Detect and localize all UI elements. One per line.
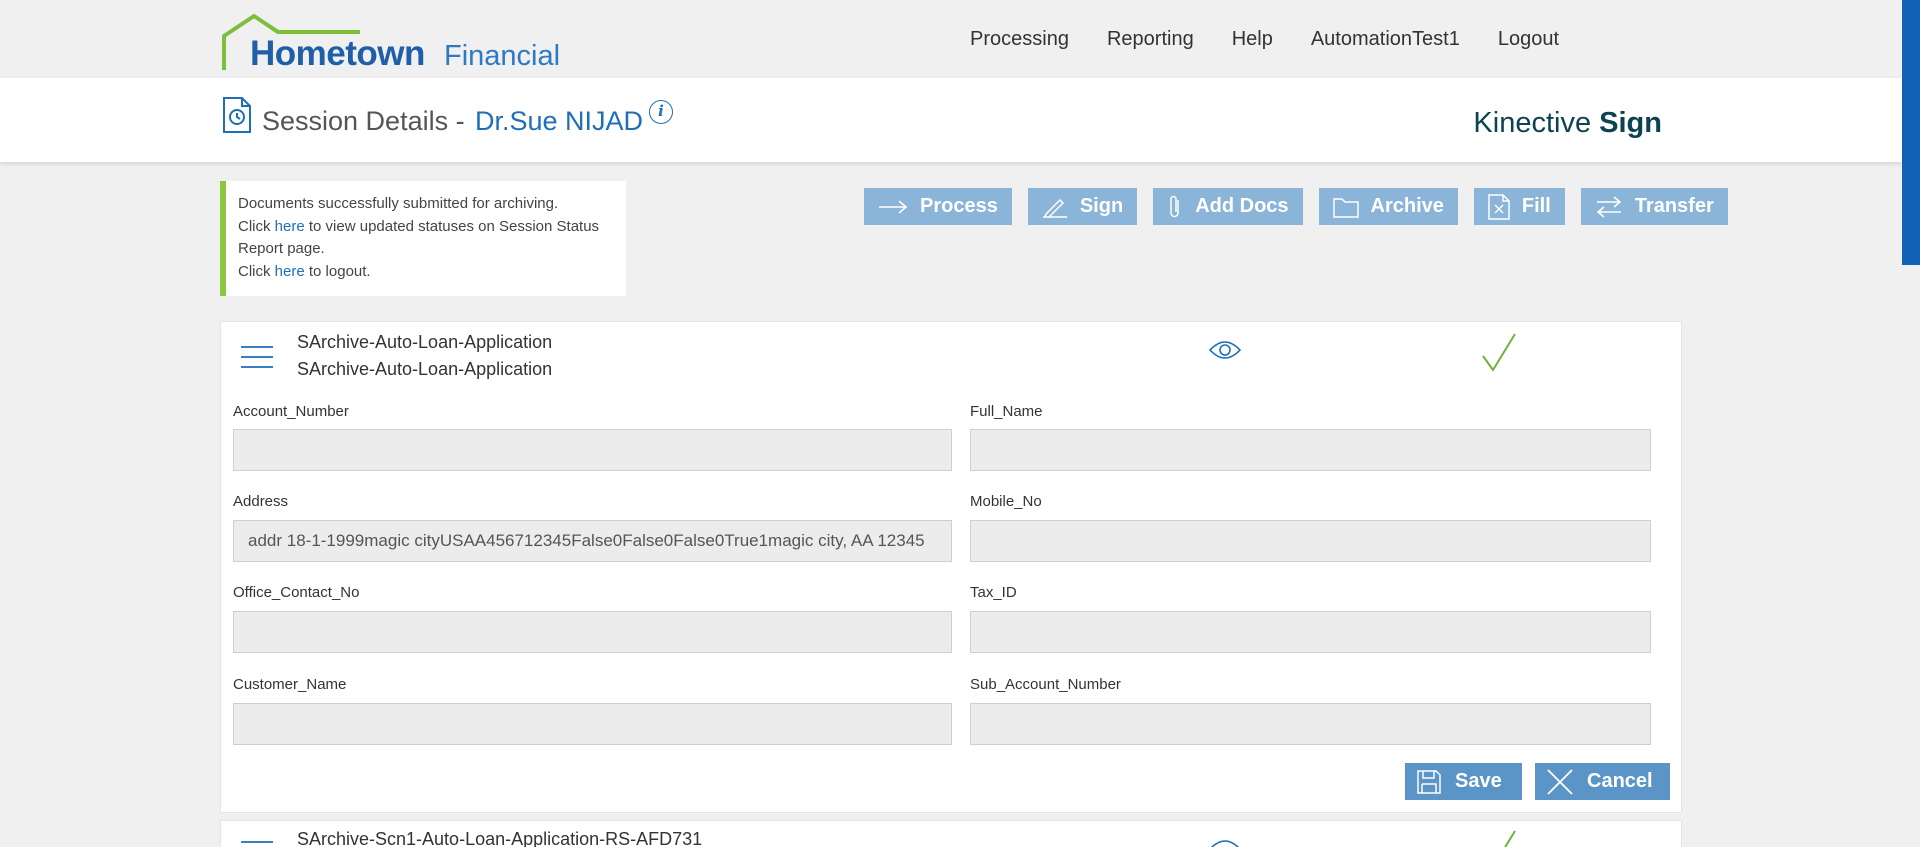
cancel-label: Cancel bbox=[1587, 770, 1653, 792]
add-docs-button[interactable]: Add Docs bbox=[1153, 188, 1303, 225]
office-contact-no-input[interactable] bbox=[233, 611, 952, 653]
field-label-sub-account-number: Sub_Account_Number bbox=[970, 676, 1121, 693]
floppy-disk-icon bbox=[1417, 769, 1441, 794]
session-history-icon bbox=[223, 97, 251, 133]
alert-line-1: Documents successfully submitted for arc… bbox=[238, 195, 559, 212]
customer-name-input[interactable] bbox=[233, 703, 952, 745]
process-button[interactable]: Process bbox=[864, 188, 1012, 225]
save-label: Save bbox=[1455, 770, 1502, 792]
paperclip-icon bbox=[1170, 195, 1179, 217]
document-card: SArchive-Auto-Loan-Application SArchive-… bbox=[220, 321, 1682, 813]
document-subtitle: SArchive-Auto-Loan-Application bbox=[297, 359, 553, 379]
status-report-link[interactable]: here bbox=[275, 218, 305, 235]
action-toolbar: Process Sign Add Docs Archive Fill Trans… bbox=[864, 188, 1728, 225]
alert-click-text: Click bbox=[238, 217, 271, 235]
page-title: Session Details - bbox=[262, 106, 465, 136]
alert-click-text-2: Click bbox=[238, 262, 271, 280]
mobile-no-input[interactable] bbox=[970, 520, 1651, 562]
folder-icon bbox=[1332, 197, 1359, 218]
process-label: Process bbox=[920, 195, 998, 217]
pen-icon bbox=[1042, 198, 1067, 218]
eye-icon-2[interactable] bbox=[1209, 839, 1241, 847]
tax-id-input[interactable] bbox=[970, 611, 1651, 653]
sign-label: Sign bbox=[1079, 195, 1124, 217]
fill-button[interactable]: Fill bbox=[1473, 188, 1565, 225]
close-icon bbox=[1547, 768, 1573, 795]
save-button[interactable]: Save bbox=[1405, 763, 1522, 800]
full-name-input[interactable] bbox=[970, 429, 1651, 471]
logout-link[interactable]: here bbox=[275, 263, 305, 280]
archive-button[interactable]: Archive bbox=[1318, 188, 1458, 225]
alert-line-2: Click here to view updated statuses on S… bbox=[238, 216, 614, 261]
eye-icon[interactable] bbox=[1209, 340, 1241, 360]
brand-name-suffix: Financial bbox=[444, 40, 561, 72]
scrollbar-thumb[interactable] bbox=[1902, 0, 1920, 265]
field-label-office-contact-no: Office_Contact_No bbox=[233, 584, 360, 601]
sign-button[interactable]: Sign bbox=[1027, 188, 1138, 225]
info-icon[interactable]: i bbox=[649, 100, 673, 124]
nav-logout[interactable]: Logout bbox=[1498, 28, 1559, 51]
alert-line-3: Click here to logout. bbox=[238, 261, 614, 284]
field-label-account-number: Account_Number bbox=[233, 403, 349, 420]
field-label-address: Address bbox=[233, 493, 289, 510]
checkmark-icon bbox=[1482, 333, 1516, 372]
fill-label: Fill bbox=[1521, 195, 1551, 217]
nav-user[interactable]: AutomationTest1 bbox=[1311, 28, 1460, 51]
product-logo: Kinective Sign bbox=[1473, 107, 1662, 140]
alert-line-3-text: to logout. bbox=[308, 262, 371, 280]
success-alert: Documents successfully submitted for arc… bbox=[220, 181, 626, 296]
field-label-customer-name: Customer_Name bbox=[233, 676, 347, 693]
session-customer-name: Dr.Sue NIJAD bbox=[475, 106, 644, 136]
nav-help[interactable]: Help bbox=[1232, 28, 1273, 51]
brand-name: Hometown bbox=[250, 34, 425, 73]
cancel-button[interactable]: Cancel bbox=[1535, 763, 1670, 800]
sub-account-number-input[interactable] bbox=[970, 703, 1651, 745]
field-label-mobile-no: Mobile_No bbox=[970, 493, 1042, 510]
field-label-full-name: Full_Name bbox=[970, 403, 1043, 420]
address-input[interactable]: addr 18-1-1999magic cityUSAA456712345Fal… bbox=[233, 520, 952, 562]
document-card-2: SArchive-Scn1-Auto-Loan-Application-RS-A… bbox=[220, 820, 1682, 847]
hamburger-menu-icon-2[interactable] bbox=[241, 841, 273, 847]
hometown-financial-logo[interactable]: Hometown Financial bbox=[220, 14, 561, 73]
field-label-tax-id: Tax_ID bbox=[970, 584, 1017, 601]
top-bar: Hometown Financial Processing Reporting … bbox=[0, 0, 1920, 78]
checkmark-icon-2 bbox=[1504, 830, 1516, 847]
transfer-arrows-icon bbox=[1596, 195, 1622, 218]
archive-label: Archive bbox=[1370, 195, 1444, 217]
nav-processing[interactable]: Processing bbox=[970, 28, 1069, 51]
account-number-input[interactable] bbox=[233, 429, 952, 471]
arrow-right-icon bbox=[879, 199, 908, 214]
main-nav: Processing Reporting Help AutomationTest… bbox=[970, 28, 1559, 51]
document-title-2: SArchive-Scn1-Auto-Loan-Application-RS-A… bbox=[297, 829, 703, 847]
product-suffix: Sign bbox=[1599, 107, 1662, 139]
transfer-label: Transfer bbox=[1634, 195, 1714, 217]
add-docs-label: Add Docs bbox=[1195, 195, 1289, 217]
form-fill-icon bbox=[1488, 193, 1510, 220]
hamburger-menu-icon[interactable] bbox=[241, 346, 273, 368]
nav-reporting[interactable]: Reporting bbox=[1107, 28, 1194, 51]
transfer-button[interactable]: Transfer bbox=[1580, 188, 1728, 225]
session-header: Session Details - Dr.Sue NIJAD i Kinecti… bbox=[0, 78, 1902, 162]
product-prefix: Kinective bbox=[1473, 107, 1592, 139]
document-title: SArchive-Auto-Loan-Application bbox=[297, 332, 553, 352]
